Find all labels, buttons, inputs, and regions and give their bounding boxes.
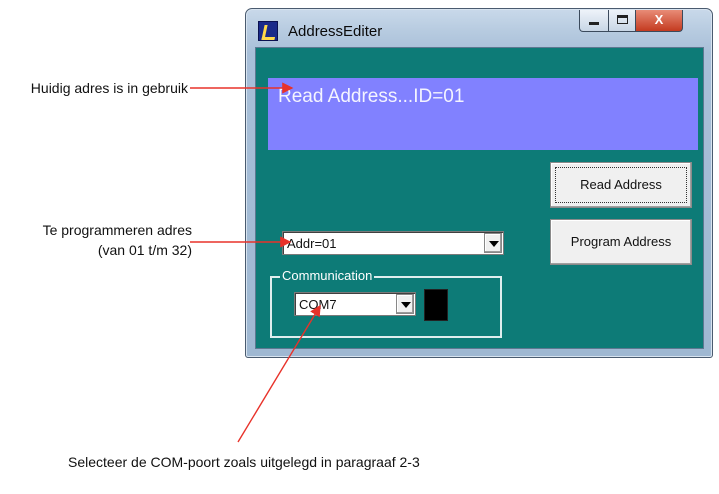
- window-title: AddressEditer: [288, 23, 383, 40]
- address-select-value: Addr=01: [287, 236, 337, 251]
- address-select[interactable]: Addr=01: [282, 231, 504, 255]
- minimize-icon: [589, 22, 599, 25]
- annotation-com-port: Selecteer de COM-poort zoals uitgelegd i…: [68, 454, 420, 470]
- chevron-down-icon[interactable]: [484, 233, 502, 253]
- close-button[interactable]: X: [635, 10, 683, 32]
- chevron-down-icon[interactable]: [396, 294, 414, 314]
- maximize-button[interactable]: [608, 10, 636, 32]
- annotation-program-address: Te programmeren adres (van 01 t/m 32): [42, 222, 192, 258]
- client-area: Read Address...ID=01 Read Address Progra…: [255, 47, 704, 349]
- address-display: Read Address...ID=01: [268, 78, 698, 150]
- communication-group-label: Communication: [280, 268, 375, 283]
- read-address-button[interactable]: Read Address: [550, 162, 692, 208]
- annotation-current-address: Huidig adres is in gebruik: [30, 80, 188, 96]
- maximize-icon: [616, 15, 628, 24]
- status-indicator: [424, 289, 448, 321]
- program-address-button[interactable]: Program Address: [550, 219, 692, 265]
- app-window: AddressEditer X Read Address...ID=01 Rea…: [245, 8, 713, 358]
- com-port-select[interactable]: COM7: [294, 292, 416, 316]
- address-display-text: Read Address...ID=01: [278, 86, 465, 107]
- title-bar[interactable]: AddressEditer X: [246, 9, 712, 49]
- com-port-value: COM7: [299, 297, 337, 312]
- close-icon: X: [654, 12, 664, 27]
- minimize-button[interactable]: [579, 10, 609, 32]
- app-icon: [258, 21, 278, 41]
- communication-group: Communication COM7: [270, 268, 502, 338]
